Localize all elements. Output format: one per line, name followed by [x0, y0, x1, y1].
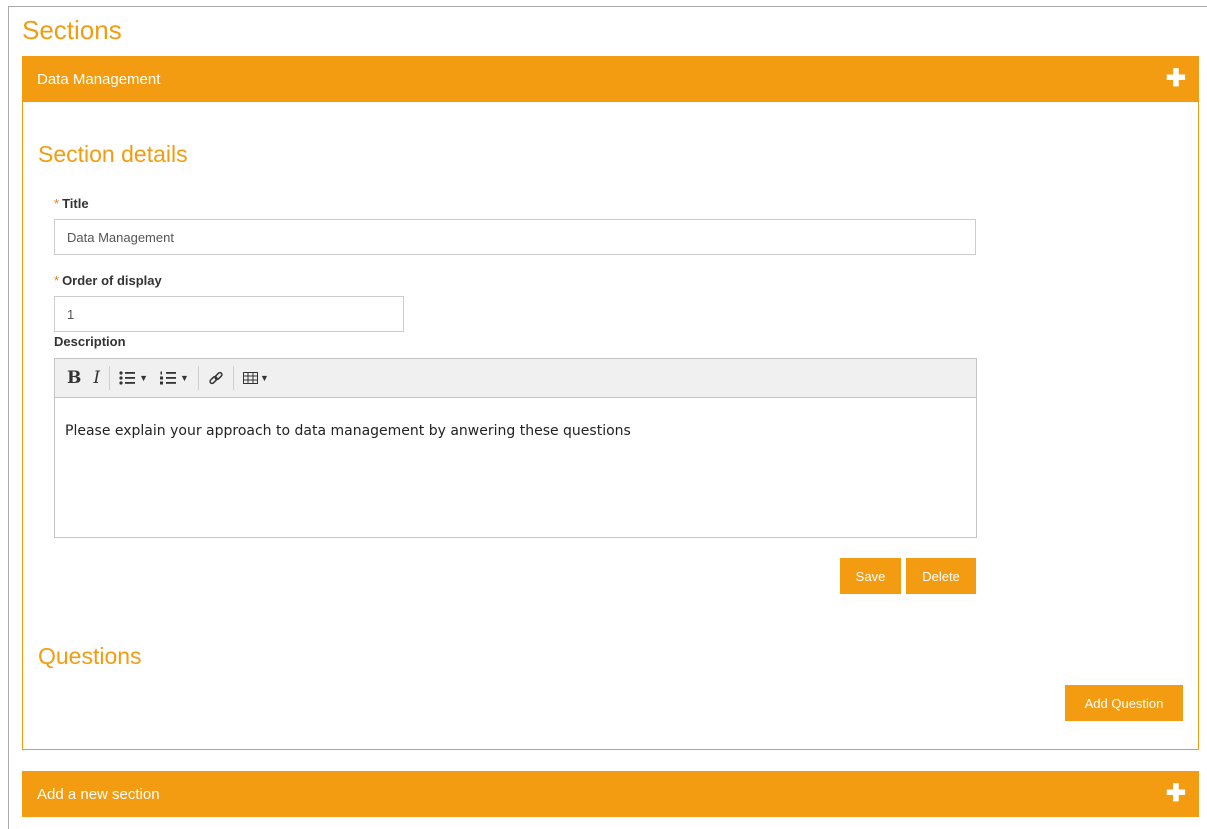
order-label-text: Order of display — [62, 273, 162, 288]
plus-icon[interactable]: ✚ — [1166, 782, 1186, 806]
toolbar-separator — [232, 366, 234, 390]
frame-left-border — [8, 6, 9, 829]
required-marker: * — [54, 273, 60, 288]
section-panel-header[interactable]: Data Management ✚ — [22, 56, 1199, 102]
add-question-button[interactable]: Add Question — [1065, 685, 1183, 721]
section-details-heading: Section details — [38, 141, 188, 167]
frame-top-border — [8, 6, 1207, 7]
bullet-list-icon[interactable]: ▼ — [113, 364, 154, 392]
description-label: Description — [54, 334, 126, 349]
section-panel-title: Data Management — [37, 70, 161, 88]
required-marker: * — [54, 196, 60, 211]
order-label: * Order of display — [54, 273, 162, 288]
table-icon[interactable]: ▼ — [237, 364, 275, 392]
title-label-text: Title — [62, 196, 89, 211]
questions-heading: Questions — [38, 643, 142, 669]
page-title: Sections — [22, 15, 122, 45]
title-input[interactable] — [54, 219, 976, 255]
editor-toolbar: B I ▼ ▼ ▼ — [55, 359, 976, 398]
title-label: * Title — [54, 196, 89, 211]
numbered-list-icon[interactable]: ▼ — [154, 364, 195, 392]
add-new-section-title: Add a new section — [37, 785, 160, 803]
editor-content[interactable]: Please explain your approach to data man… — [55, 398, 976, 464]
bold-icon[interactable]: B — [61, 364, 87, 392]
section-panel-body: Section details *Title *Order of display… — [22, 102, 1199, 750]
order-input[interactable] — [54, 296, 404, 332]
italic-icon[interactable]: I — [87, 364, 106, 392]
add-new-section-header[interactable]: Add a new section ✚ — [22, 771, 1199, 817]
save-button[interactable]: Save — [840, 558, 901, 594]
description-editor: B I ▼ ▼ ▼ Please explain your approach t… — [54, 358, 977, 538]
toolbar-separator — [109, 366, 111, 390]
link-icon[interactable] — [202, 364, 230, 392]
plus-icon[interactable]: ✚ — [1166, 67, 1186, 91]
delete-button[interactable]: Delete — [906, 558, 976, 594]
toolbar-separator — [197, 366, 199, 390]
